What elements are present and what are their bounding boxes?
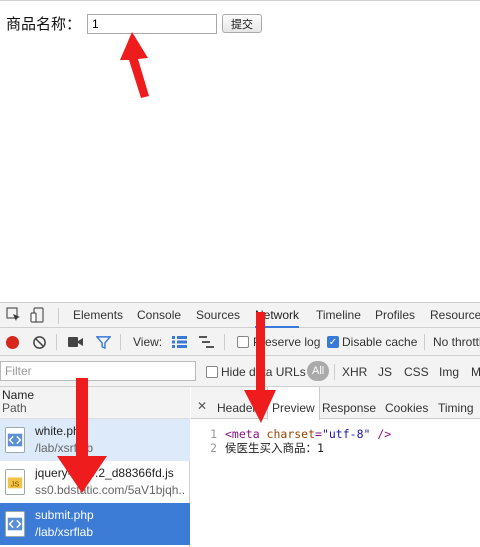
product-name-label: 商品名称： xyxy=(6,15,82,33)
svg-text:JS: JS xyxy=(11,480,20,489)
filter-input[interactable] xyxy=(0,361,196,381)
request-row[interactable]: white.php /lab/xsrflab xyxy=(0,419,190,461)
view-label: View: xyxy=(133,335,163,349)
html-file-icon xyxy=(5,427,25,453)
filter-css[interactable]: CSS xyxy=(404,365,429,379)
attr-name: charset xyxy=(266,427,316,441)
request-list: Name Path white.php /lab/xsrflab JS jque… xyxy=(0,387,190,547)
filter-icon[interactable] xyxy=(96,335,111,350)
name-column-header: Name xyxy=(2,388,35,402)
submit-button[interactable]: 提交 xyxy=(222,14,263,33)
toolbar-separator xyxy=(224,334,225,350)
code-line: <meta charset="utf-8" /> xyxy=(225,427,391,441)
filter-separator xyxy=(334,364,335,380)
request-name: white.php xyxy=(35,424,87,438)
disable-cache-checkbox[interactable]: ✓ xyxy=(327,336,339,348)
request-name: jquery-1.10.2_d88366fd.js xyxy=(35,466,174,480)
tag-open: <meta xyxy=(225,427,267,441)
tab-profiles[interactable]: Profiles xyxy=(375,303,415,328)
request-detail-panel: ✕ Headers Preview Response Cookies Timin… xyxy=(191,387,480,547)
filter-bar: Hide data URLs All XHR JS CSS Img Media xyxy=(0,356,480,387)
product-form: 商品名称： 提交 xyxy=(6,13,263,34)
hide-data-urls-label: Hide data URLs xyxy=(221,365,306,379)
line-number: 1 xyxy=(210,427,217,441)
attr-value: "utf-8" xyxy=(321,427,371,441)
tab-preview[interactable]: Preview xyxy=(267,387,320,420)
screenshot-root: 商品名称： 提交 Elements Console Sources Networ… xyxy=(0,0,480,547)
toolbar-separator xyxy=(56,334,57,350)
preserve-log-checkbox[interactable] xyxy=(237,336,249,348)
tab-console[interactable]: Console xyxy=(137,303,181,328)
tab-timeline[interactable]: Timeline xyxy=(316,303,361,328)
html-file-icon xyxy=(5,511,25,537)
attr-eq: = xyxy=(315,427,322,441)
request-row-selected[interactable]: submit.php /lab/xsrflab xyxy=(0,503,190,545)
device-mode-icon[interactable] xyxy=(30,307,46,323)
request-path: /lab/xsrflab xyxy=(35,441,94,455)
request-path: /lab/xsrflab xyxy=(35,525,94,539)
tab-response[interactable]: Response xyxy=(322,387,376,419)
filter-media[interactable]: Media xyxy=(471,365,480,379)
throttling-select[interactable]: No throttling xyxy=(433,335,480,349)
toolbar-separator xyxy=(424,334,425,350)
tab-cookies[interactable]: Cookies xyxy=(385,387,428,419)
filter-xhr[interactable]: XHR xyxy=(342,365,367,379)
inspect-element-icon[interactable] xyxy=(6,307,22,323)
tab-sources[interactable]: Sources xyxy=(196,303,240,328)
tab-timing[interactable]: Timing xyxy=(438,387,474,419)
filter-all-button[interactable]: All xyxy=(307,361,330,381)
code-line: 侯医生买入商品：1 xyxy=(225,441,324,455)
disable-cache-label: Disable cache xyxy=(342,335,418,349)
tab-resources[interactable]: Resources xyxy=(430,303,480,328)
record-button[interactable] xyxy=(6,336,19,349)
toolbar-separator xyxy=(120,334,121,350)
tab-elements[interactable]: Elements xyxy=(73,303,123,328)
waterfall-icon[interactable] xyxy=(199,336,215,348)
tag-close: /> xyxy=(370,427,392,441)
detail-tabbar: ✕ Headers Preview Response Cookies Timin… xyxy=(191,387,480,420)
tab-network[interactable]: Network xyxy=(255,303,300,328)
filter-js[interactable]: JS xyxy=(378,365,392,379)
close-icon[interactable]: ✕ xyxy=(197,399,207,413)
line-number: 2 xyxy=(210,441,217,455)
request-row[interactable]: JS jquery-1.10.2_d88366fd.js ss0.bdstati… xyxy=(0,461,190,503)
video-camera-icon[interactable] xyxy=(68,336,84,348)
hide-data-urls-checkbox[interactable] xyxy=(206,366,218,378)
filter-img[interactable]: Img xyxy=(439,365,459,379)
path-column-header: Path xyxy=(2,401,27,415)
network-toolbar: View: Preserve log ✓ Disable cache No th… xyxy=(0,328,480,356)
request-list-header[interactable]: Name Path xyxy=(0,387,190,419)
devtools-panel: Elements Console Sources Network Timelin… xyxy=(0,302,480,547)
tab-headers[interactable]: Headers xyxy=(217,387,262,419)
devtools-tabbar: Elements Console Sources Network Timelin… xyxy=(0,303,480,328)
web-page: 商品名称： 提交 xyxy=(0,0,480,302)
js-file-icon: JS xyxy=(5,469,25,495)
request-path: ss0.bdstatic.com/5aV1bjqh... xyxy=(35,483,185,497)
request-name: submit.php xyxy=(35,508,94,522)
tabbar-separator xyxy=(58,308,59,324)
product-name-input[interactable] xyxy=(87,13,218,34)
preserve-log-label: Preserve log xyxy=(253,335,321,349)
large-rows-icon[interactable] xyxy=(172,336,187,348)
clear-icon[interactable] xyxy=(32,335,47,350)
